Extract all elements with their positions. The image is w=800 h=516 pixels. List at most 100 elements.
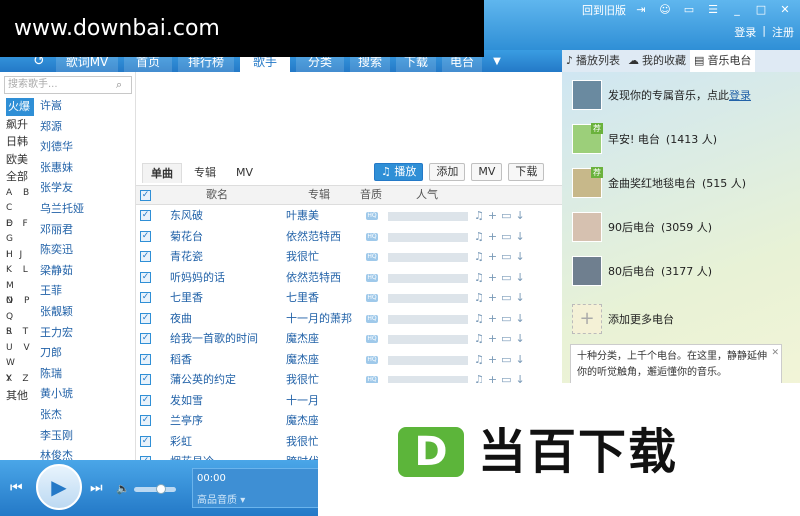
station-name[interactable]: 90后电台 xyxy=(608,219,655,235)
album-name[interactable]: 十一月的萧邦 xyxy=(286,309,352,330)
register-link[interactable]: 注册 xyxy=(772,24,794,40)
artist-item[interactable]: 张靓颖 xyxy=(40,302,130,323)
row-checkbox[interactable]: ✓ xyxy=(140,374,151,385)
artist-search-input[interactable]: 搜索歌手... ⌕ xyxy=(4,76,132,94)
tab-playlist[interactable]: ♪ 播放列表 xyxy=(562,50,624,72)
station-cover[interactable] xyxy=(572,256,602,286)
artist-item[interactable]: 王菲 xyxy=(40,281,130,302)
song-title[interactable]: 听妈妈的话 xyxy=(170,268,225,289)
song-title[interactable]: 彩虹 xyxy=(170,432,192,453)
volume-icon[interactable]: 🔈 xyxy=(116,482,130,495)
row-checkbox[interactable]: ✓ xyxy=(140,292,151,303)
download-icon[interactable]: ↓ xyxy=(516,353,529,366)
artist-item[interactable]: 梁静茹 xyxy=(40,261,130,282)
row-checkbox[interactable]: ✓ xyxy=(140,230,151,242)
category-other[interactable]: 其他 xyxy=(6,387,34,405)
add-station-label[interactable]: 添加更多电台 xyxy=(608,311,674,327)
table-row[interactable]: ✓ 稻香 魔杰座 HQ ♫+▭↓ xyxy=(136,350,562,371)
station-name[interactable]: 金曲奖红地毯电台 xyxy=(608,175,696,191)
artist-item[interactable]: 黄小琥 xyxy=(40,384,130,405)
folder-icon[interactable]: ▭ xyxy=(501,271,515,284)
next-icon[interactable]: ⏭ xyxy=(90,480,103,496)
folder-icon[interactable]: ▭ xyxy=(501,312,515,325)
letter-filter[interactable]: C D xyxy=(6,201,34,229)
subtab-singles[interactable]: 单曲 xyxy=(142,163,182,183)
radio-station[interactable]: 90后电台 (3059 人) xyxy=(572,206,800,248)
letter-filter[interactable]: U V xyxy=(6,341,34,357)
headphones-icon[interactable]: ♫ xyxy=(474,291,488,304)
row-checkbox[interactable]: ✓ xyxy=(140,333,151,344)
song-title[interactable]: 菊花台 xyxy=(170,227,203,248)
song-title[interactable]: 给我一首歌的时间 xyxy=(170,329,258,350)
add-station-row[interactable]: + 添加更多电台 xyxy=(572,298,800,340)
col-quality[interactable]: 音质 xyxy=(360,186,382,204)
album-name[interactable]: 魔杰座 xyxy=(286,329,319,350)
table-row[interactable]: ✓ 菊花台 依然范特西 HQ ♫+▭↓ xyxy=(136,227,562,248)
row-checkbox[interactable]: ✓ xyxy=(140,415,151,426)
radio-station[interactable]: 荐金曲奖红地毯电台 (515 人) xyxy=(572,162,800,204)
login-link[interactable]: 登录 xyxy=(734,24,756,40)
album-name[interactable]: 七里香 xyxy=(286,288,319,309)
download-icon[interactable]: ↓ xyxy=(516,250,529,263)
letter-filter[interactable]: I J xyxy=(6,248,34,264)
letter-filter[interactable]: Y Z xyxy=(6,372,34,388)
artist-item[interactable]: 郑源 xyxy=(40,117,130,138)
row-checkbox[interactable]: ✓ xyxy=(140,435,151,447)
table-row[interactable]: ✓ 青花瓷 我很忙 HQ ♫+▭↓ xyxy=(136,247,562,268)
folder-icon[interactable]: ▭ xyxy=(501,209,515,222)
add-icon[interactable]: + xyxy=(488,271,501,284)
previous-icon[interactable]: ⏮ xyxy=(10,480,23,496)
artist-item[interactable]: 许嵩 xyxy=(40,96,130,117)
category-western[interactable]: 欧美 xyxy=(6,151,34,169)
artist-item[interactable]: 张学友 xyxy=(40,178,130,199)
category-hot[interactable]: 火爆 xyxy=(6,98,34,116)
close-icon[interactable]: ✕ xyxy=(771,345,779,361)
letter-filter[interactable]: A B xyxy=(6,186,34,202)
headphones-icon[interactable]: ♫ xyxy=(474,250,488,263)
play-all-button[interactable]: ♫ 播放 xyxy=(374,163,424,181)
station-name[interactable]: 早安! 电台 xyxy=(608,131,660,147)
album-name[interactable]: 十一月 xyxy=(286,391,319,412)
mini-mode-icon[interactable]: ▭ xyxy=(680,2,698,18)
table-row[interactable]: ✓ 东风破 叶惠美 HQ ♫+▭↓ xyxy=(136,206,562,227)
volume-handle[interactable] xyxy=(156,484,166,494)
artist-item[interactable]: 刀郎 xyxy=(40,343,130,364)
play-button[interactable]: ▶ xyxy=(36,464,82,510)
album-name[interactable]: 叶惠美 xyxy=(286,206,319,227)
folder-icon[interactable]: ▭ xyxy=(501,230,515,243)
letter-filter[interactable]: S T xyxy=(6,325,34,341)
menu-icon[interactable]: ☰ xyxy=(704,2,722,18)
tab-favorites[interactable]: ☁ 我的收藏 xyxy=(624,50,690,72)
station-cover[interactable] xyxy=(572,212,602,242)
artist-item[interactable]: 王力宏 xyxy=(40,323,130,344)
letter-filter[interactable]: G H xyxy=(6,232,34,260)
add-icon[interactable]: + xyxy=(488,291,501,304)
artist-item[interactable]: 李玉刚 xyxy=(40,426,130,447)
col-song[interactable]: 歌名 xyxy=(206,186,228,204)
row-checkbox[interactable]: ✓ xyxy=(140,271,151,283)
search-icon[interactable]: ⌕ xyxy=(116,77,128,93)
artist-item[interactable]: 张杰 xyxy=(40,405,130,426)
folder-icon[interactable]: ▭ xyxy=(501,291,515,304)
download-icon[interactable]: ↓ xyxy=(516,271,529,284)
station-cover[interactable]: 荐 xyxy=(572,167,603,198)
folder-icon[interactable]: ▭ xyxy=(501,250,515,263)
row-checkbox[interactable]: ✓ xyxy=(140,312,151,324)
row-checkbox[interactable]: ✓ xyxy=(140,210,151,221)
download-icon[interactable]: ↓ xyxy=(516,312,529,325)
song-title[interactable]: 东风破 xyxy=(170,206,203,227)
add-icon[interactable]: + xyxy=(488,332,501,345)
maximize-icon[interactable]: □ xyxy=(752,2,770,18)
artist-item[interactable]: 邓丽君 xyxy=(40,220,130,241)
headphones-icon[interactable]: ♫ xyxy=(474,230,488,243)
volume-slider[interactable] xyxy=(134,484,176,494)
album-name[interactable]: 依然范特西 xyxy=(286,268,341,289)
album-name[interactable]: 依然范特西 xyxy=(286,227,341,248)
category-rising[interactable]: 飙升 xyxy=(6,116,34,134)
song-title[interactable]: 夜曲 xyxy=(170,309,192,330)
add-icon[interactable]: + xyxy=(488,250,501,263)
station-name[interactable]: 80后电台 xyxy=(608,263,655,279)
radio-station[interactable]: 80后电台 (3177 人) xyxy=(572,250,800,292)
station-cover[interactable]: 荐 xyxy=(572,123,603,154)
song-title[interactable]: 青花瓷 xyxy=(170,247,203,268)
